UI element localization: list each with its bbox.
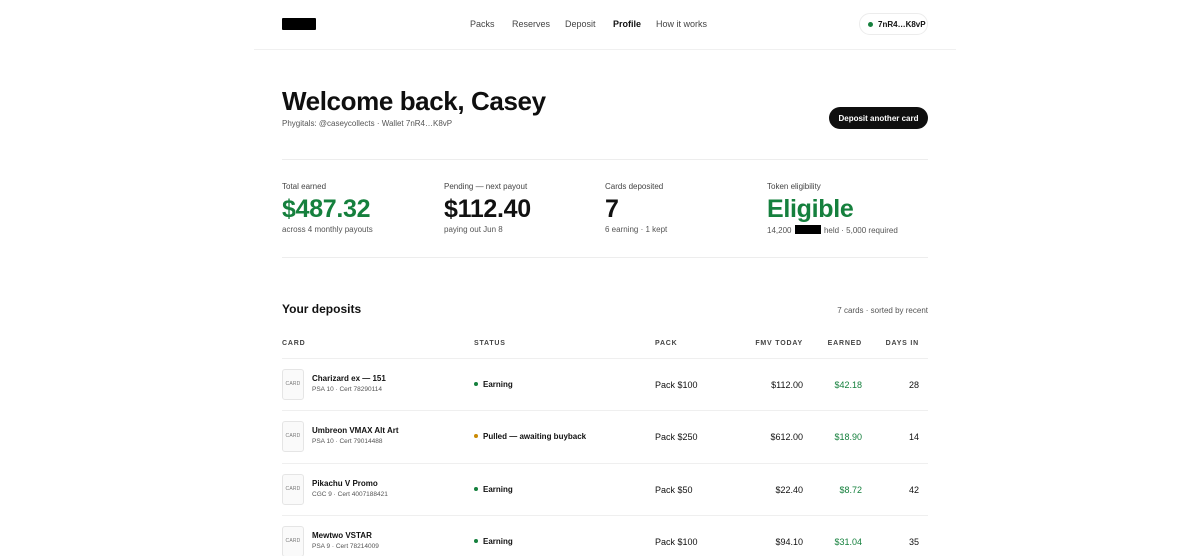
status-badge: Earning bbox=[474, 380, 513, 389]
column-header-fmv: FMV TODAY bbox=[755, 340, 803, 347]
card-cert: CGC 9 · Cert 4007188421 bbox=[312, 491, 388, 498]
stat-value: 7 bbox=[605, 195, 619, 223]
nav-profile[interactable]: Profile bbox=[613, 19, 641, 29]
stat-label: Pending — next payout bbox=[444, 182, 528, 191]
nav-reserves[interactable]: Reserves bbox=[512, 19, 550, 29]
status-text: Earning bbox=[483, 485, 513, 494]
table-row[interactable]: CARD Mewtwo VSTAR PSA 9 · Cert 78214009 … bbox=[282, 515, 928, 556]
stat-pending-payout: Pending — next payout $112.40 paying out… bbox=[444, 182, 604, 234]
stat-token-eligibility: Token eligibility Eligible 14,200 held ·… bbox=[767, 182, 927, 235]
fmv-value: $22.40 bbox=[775, 485, 803, 495]
deposits-count-sort: 7 cards · sorted by recent bbox=[837, 306, 928, 315]
status-text: Pulled — awaiting buyback bbox=[483, 432, 587, 441]
card-cert: PSA 10 · Cert 79014488 bbox=[312, 438, 383, 445]
fmv-value: $612.00 bbox=[770, 432, 803, 442]
stat-value: $112.40 bbox=[444, 195, 531, 223]
status-dot bbox=[474, 382, 478, 386]
earned-value: $8.72 bbox=[839, 485, 862, 495]
stat-label: Cards deposited bbox=[605, 182, 664, 191]
stat-cards-deposited: Cards deposited 7 6 earning · 1 kept bbox=[605, 182, 765, 234]
stat-label: Token eligibility bbox=[767, 182, 821, 191]
status-badge: Pulled — awaiting buyback bbox=[474, 432, 586, 441]
card-cert: PSA 10 · Cert 78290114 bbox=[312, 386, 382, 393]
stat-value: $487.32 bbox=[282, 195, 371, 223]
table-row[interactable]: CARD Charizard ex — 151 PSA 10 · Cert 78… bbox=[282, 358, 928, 410]
card-name[interactable]: Mewtwo VSTAR bbox=[312, 531, 372, 540]
divider bbox=[282, 257, 928, 258]
status-dot bbox=[474, 539, 478, 543]
card-cert: PSA 9 · Cert 78214009 bbox=[312, 543, 379, 550]
stat-note: 14,200 held · 5,000 required bbox=[767, 225, 927, 235]
column-header-card: CARD bbox=[282, 340, 306, 347]
earned-value: $42.18 bbox=[834, 380, 862, 390]
nav-deposit[interactable]: Deposit bbox=[565, 19, 596, 29]
stat-note: 6 earning · 1 kept bbox=[605, 225, 668, 234]
token-symbol-redacted bbox=[794, 225, 821, 234]
pack-value: Pack $250 bbox=[655, 432, 698, 442]
token-requirement: held · 5,000 required bbox=[823, 226, 898, 235]
days-in-value: 42 bbox=[908, 485, 919, 495]
token-balance: 14,200 bbox=[767, 226, 792, 235]
wallet-button[interactable]: 7nR4…K8vP bbox=[859, 13, 928, 35]
pack-value: Pack $100 bbox=[655, 537, 698, 547]
days-in-value: 14 bbox=[908, 432, 919, 442]
status-dot bbox=[474, 434, 478, 438]
status-badge: Earning bbox=[474, 485, 513, 494]
earned-value: $18.90 bbox=[834, 432, 862, 442]
nav-packs[interactable]: Packs bbox=[470, 19, 495, 29]
card-name[interactable]: Charizard ex — 151 bbox=[312, 374, 386, 383]
stat-value: Eligible bbox=[767, 195, 854, 223]
main-nav: Packs Reserves Deposit Profile How it wo… bbox=[254, 0, 956, 48]
card-name[interactable]: Umbreon VMAX Alt Art bbox=[312, 426, 399, 435]
fmv-value: $94.10 bbox=[775, 537, 803, 547]
nav-how-it-works[interactable]: How it works bbox=[656, 19, 707, 29]
days-in-value: 35 bbox=[908, 537, 919, 547]
top-nav: Packs Reserves Deposit Profile How it wo… bbox=[254, 0, 956, 50]
table-row[interactable]: CARD Umbreon VMAX Alt Art PSA 10 · Cert … bbox=[282, 410, 928, 462]
status-text: Earning bbox=[483, 537, 513, 546]
status-text: Earning bbox=[483, 380, 513, 389]
divider bbox=[282, 159, 928, 160]
column-header-status: STATUS bbox=[474, 340, 506, 347]
fmv-value: $112.00 bbox=[771, 380, 803, 390]
wallet-address: 7nR4…K8vP bbox=[878, 20, 926, 29]
status-dot bbox=[474, 487, 478, 491]
pack-value: Pack $50 bbox=[655, 485, 693, 495]
card-name[interactable]: Pikachu V Promo bbox=[312, 479, 378, 488]
column-header-earned: EARNED bbox=[827, 340, 862, 347]
stat-note: across 4 monthly payouts bbox=[282, 225, 373, 234]
column-header-days: DAYS IN bbox=[885, 340, 919, 347]
card-thumbnail: CARD bbox=[282, 526, 304, 556]
days-in-value: 28 bbox=[908, 380, 919, 390]
stat-note: paying out Jun 8 bbox=[444, 225, 503, 234]
column-header-pack: PACK bbox=[655, 340, 678, 347]
card-thumbnail: CARD bbox=[282, 421, 304, 452]
pack-value: Pack $100 bbox=[655, 380, 698, 390]
page-title: Welcome back, Casey bbox=[282, 86, 546, 116]
earned-value: $31.04 bbox=[834, 537, 862, 547]
stat-total-earned: Total earned $487.32 across 4 monthly pa… bbox=[282, 182, 442, 234]
status-badge: Earning bbox=[474, 537, 513, 546]
stat-label: Total earned bbox=[282, 182, 327, 191]
section-title: Your deposits bbox=[282, 302, 362, 316]
deposit-another-card-button[interactable]: Deposit another card bbox=[829, 107, 928, 129]
card-thumbnail: CARD bbox=[282, 474, 304, 505]
account-subtitle: Phygitals: @caseycollects · Wallet 7nR4…… bbox=[282, 119, 453, 128]
wallet-connected-dot bbox=[868, 22, 873, 27]
table-row[interactable]: CARD Pikachu V Promo CGC 9 · Cert 400718… bbox=[282, 463, 928, 515]
card-thumbnail: CARD bbox=[282, 369, 304, 400]
